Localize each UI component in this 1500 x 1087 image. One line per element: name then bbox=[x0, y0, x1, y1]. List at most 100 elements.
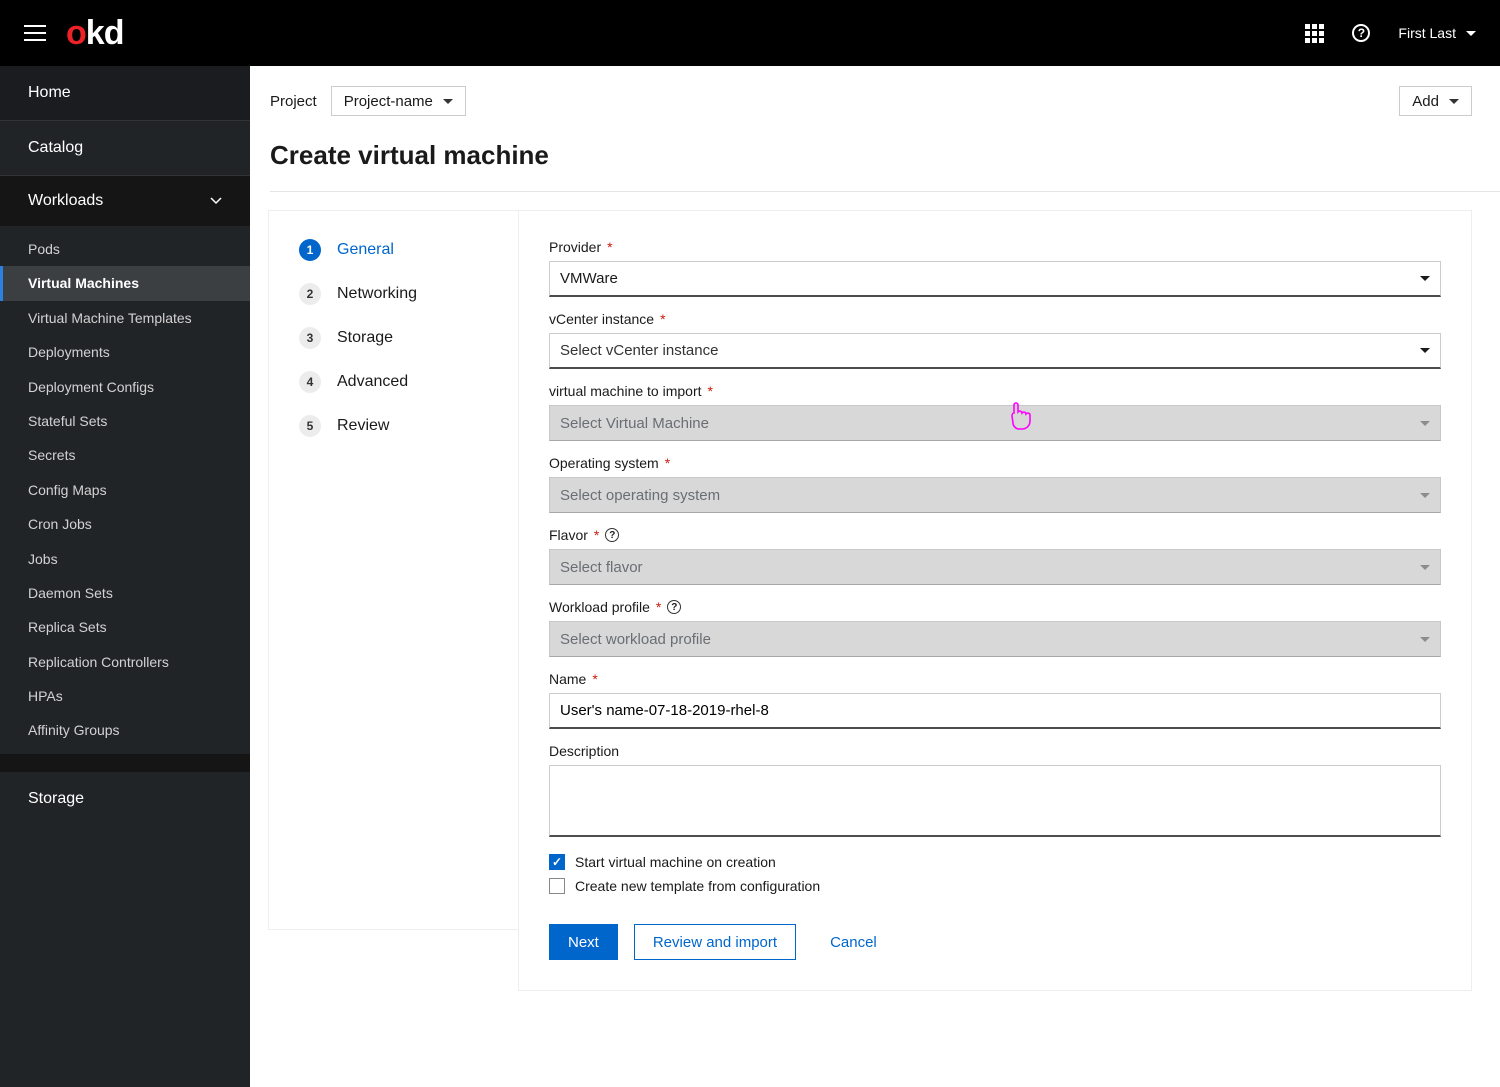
input-description[interactable] bbox=[549, 765, 1441, 837]
help-icon[interactable]: ? bbox=[605, 528, 619, 542]
chevron-down-icon bbox=[1420, 493, 1430, 498]
select-os: Select operating system bbox=[549, 477, 1441, 513]
page-toolbar: Project Project-name Add bbox=[250, 66, 1500, 140]
sidebar-item-cron-jobs[interactable]: Cron Jobs bbox=[0, 507, 250, 541]
nav-catalog[interactable]: Catalog bbox=[0, 121, 250, 176]
label-os: Operating system bbox=[549, 455, 659, 471]
masthead: okd ? First Last bbox=[0, 0, 1500, 66]
sidebar-item-deployment-configs[interactable]: Deployment Configs bbox=[0, 370, 250, 404]
wizard-step-general[interactable]: 1 General bbox=[299, 239, 488, 261]
input-name[interactable] bbox=[549, 693, 1441, 729]
checkbox-create-template-label: Create new template from configuration bbox=[575, 878, 820, 894]
chevron-down-icon bbox=[1466, 31, 1476, 36]
sidebar-item-hpas[interactable]: HPAs bbox=[0, 679, 250, 713]
wizard-step-review[interactable]: 5 Review bbox=[299, 415, 488, 437]
review-import-button[interactable]: Review and import bbox=[634, 924, 796, 960]
project-select[interactable]: Project-name bbox=[331, 86, 466, 116]
wizard-step-number: 3 bbox=[299, 327, 321, 349]
checkbox-start-vm-label: Start virtual machine on creation bbox=[575, 854, 776, 870]
wizard-form: Provider* VMWare vCenter instance* Selec… bbox=[518, 210, 1472, 991]
select-flavor-placeholder: Select flavor bbox=[560, 559, 643, 576]
sidebar-item-virtual-machine-templates[interactable]: Virtual Machine Templates bbox=[0, 301, 250, 335]
page-title: Create virtual machine bbox=[270, 140, 1500, 192]
help-icon[interactable]: ? bbox=[667, 600, 681, 614]
help-icon[interactable]: ? bbox=[1352, 24, 1370, 42]
label-vcenter: vCenter instance bbox=[549, 311, 654, 327]
wizard-step-label: Advanced bbox=[337, 373, 408, 391]
select-os-placeholder: Select operating system bbox=[560, 487, 720, 504]
wizard-step-label: Networking bbox=[337, 285, 417, 303]
sidebar-item-replication-controllers[interactable]: Replication Controllers bbox=[0, 645, 250, 679]
sidebar-item-config-maps[interactable]: Config Maps bbox=[0, 473, 250, 507]
user-menu[interactable]: First Last bbox=[1398, 25, 1476, 41]
checkbox-icon bbox=[549, 878, 565, 894]
sidebar-item-stateful-sets[interactable]: Stateful Sets bbox=[0, 404, 250, 438]
logo: okd bbox=[66, 16, 123, 50]
label-flavor: Flavor bbox=[549, 527, 588, 543]
logo-o: o bbox=[66, 14, 86, 52]
label-workload: Workload profile bbox=[549, 599, 650, 615]
chevron-down-icon bbox=[1420, 421, 1430, 426]
chevron-down-icon bbox=[1420, 565, 1430, 570]
sidebar-item-jobs[interactable]: Jobs bbox=[0, 542, 250, 576]
select-provider[interactable]: VMWare bbox=[549, 261, 1441, 297]
chevron-down-icon bbox=[443, 99, 453, 104]
next-button[interactable]: Next bbox=[549, 924, 618, 960]
sidebar-item-secrets[interactable]: Secrets bbox=[0, 438, 250, 472]
wizard-nav: 1 General 2 Networking 3 Storage 4 Advanced 5 Rev… bbox=[268, 210, 518, 930]
logo-kd: kd bbox=[86, 14, 124, 52]
sidebar-item-daemon-sets[interactable]: Daemon Sets bbox=[0, 576, 250, 610]
label-description: Description bbox=[549, 743, 619, 759]
sidebar-item-affinity-groups[interactable]: Affinity Groups bbox=[0, 713, 250, 747]
form-actions: Next Review and import Cancel bbox=[549, 924, 1441, 960]
chevron-down-icon bbox=[1420, 348, 1430, 353]
wizard-step-storage[interactable]: 3 Storage bbox=[299, 327, 488, 349]
nav-storage[interactable]: Storage bbox=[0, 772, 250, 826]
apps-launcher-icon[interactable] bbox=[1305, 24, 1324, 43]
nav-section-label: Workloads bbox=[28, 192, 103, 210]
select-workload: Select workload profile bbox=[549, 621, 1441, 657]
sidebar: Home Catalog Workloads PodsVirtual Machi… bbox=[0, 66, 250, 1087]
menu-toggle[interactable] bbox=[24, 25, 46, 41]
wizard-step-number: 4 bbox=[299, 371, 321, 393]
wizard-step-networking[interactable]: 2 Networking bbox=[299, 283, 488, 305]
field-name: Name* bbox=[549, 671, 1441, 729]
wizard-step-advanced[interactable]: 4 Advanced bbox=[299, 371, 488, 393]
select-provider-value: VMWare bbox=[560, 270, 618, 287]
wizard: 1 General 2 Networking 3 Storage 4 Advanced 5 Rev… bbox=[250, 192, 1500, 1021]
project-selected: Project-name bbox=[344, 93, 433, 110]
sidebar-item-virtual-machines[interactable]: Virtual Machines bbox=[0, 266, 250, 300]
sidebar-item-replica-sets[interactable]: Replica Sets bbox=[0, 610, 250, 644]
chevron-down-icon bbox=[1420, 276, 1430, 281]
field-description: Description bbox=[549, 743, 1441, 840]
chevron-down-icon bbox=[1420, 637, 1430, 642]
chevron-down-icon bbox=[1449, 99, 1459, 104]
select-flavor: Select flavor bbox=[549, 549, 1441, 585]
nav-home[interactable]: Home bbox=[0, 66, 250, 121]
wizard-step-number: 2 bbox=[299, 283, 321, 305]
field-flavor: Flavor* ? Select flavor bbox=[549, 527, 1441, 585]
wizard-step-number: 1 bbox=[299, 239, 321, 261]
label-name: Name bbox=[549, 671, 586, 687]
wizard-step-label: Review bbox=[337, 417, 389, 435]
cancel-button[interactable]: Cancel bbox=[812, 924, 895, 960]
checkbox-create-template[interactable]: Create new template from configuration bbox=[549, 878, 1441, 894]
wizard-step-number: 5 bbox=[299, 415, 321, 437]
select-vm-import: Select Virtual Machine bbox=[549, 405, 1441, 441]
field-vcenter: vCenter instance* Select vCenter instanc… bbox=[549, 311, 1441, 369]
wizard-step-label: General bbox=[337, 241, 394, 259]
add-button[interactable]: Add bbox=[1399, 86, 1472, 116]
wizard-step-label: Storage bbox=[337, 329, 393, 347]
field-workload: Workload profile* ? Select workload prof… bbox=[549, 599, 1441, 657]
select-workload-placeholder: Select workload profile bbox=[560, 631, 711, 648]
checkbox-start-vm[interactable]: ✓ Start virtual machine on creation bbox=[549, 854, 1441, 870]
select-vcenter[interactable]: Select vCenter instance bbox=[549, 333, 1441, 369]
user-name: First Last bbox=[1398, 25, 1456, 41]
project-label: Project bbox=[270, 93, 317, 110]
add-button-label: Add bbox=[1412, 93, 1439, 110]
sidebar-item-pods[interactable]: Pods bbox=[0, 232, 250, 266]
nav-section-workloads[interactable]: Workloads bbox=[0, 176, 250, 226]
nav-sub-workloads: PodsVirtual MachinesVirtual Machine Temp… bbox=[0, 226, 250, 754]
sidebar-item-deployments[interactable]: Deployments bbox=[0, 335, 250, 369]
field-provider: Provider* VMWare bbox=[549, 239, 1441, 297]
